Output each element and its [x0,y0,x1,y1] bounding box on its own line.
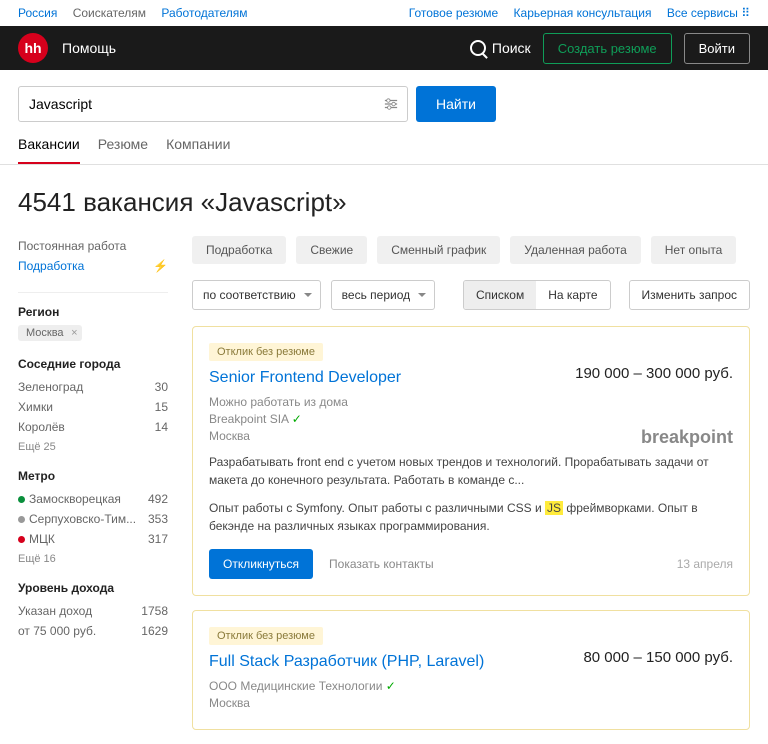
side-income: Уровень дохода Указан доход1758 от 75 00… [18,581,168,641]
neighbor-item[interactable]: Химки15 [18,397,168,417]
header: hh Помощь Поиск Создать резюме Войти [0,26,768,70]
part-work[interactable]: Подработка ⚡ [18,256,168,276]
edit-query-button[interactable]: Изменить запрос [629,280,750,310]
no-resume-badge: Отклик без резюме [209,343,323,361]
chip-row: Подработка Свежие Сменный график Удаленн… [192,236,750,264]
job-salary: 80 000 – 150 000 руб. [583,649,733,666]
period-select[interactable]: весь период [331,280,435,310]
chip[interactable]: Свежие [296,236,367,264]
metro-item[interactable]: Замоскворецкая492 [18,489,168,509]
neighbor-header: Соседние города [18,357,168,371]
find-button[interactable]: Найти [416,86,496,122]
metro-dot-icon [18,496,25,503]
side-work-type: Постоянная работа Подработка ⚡ [18,236,168,276]
header-right: Поиск Создать резюме Войти [470,33,750,64]
job-card: Отклик без резюме Full Stack Разработчик… [192,610,750,730]
job-company[interactable]: Breakpoint SIA ✓ [209,412,733,426]
top-bar-left: Россия Соискателям Работодателям [18,6,260,20]
chip[interactable]: Удаленная работа [510,236,640,264]
close-icon[interactable]: × [71,327,77,339]
tab-vacancies[interactable]: Вакансии [18,136,80,164]
metro-item[interactable]: МЦК317 [18,529,168,549]
income-item[interactable]: Указан доход1758 [18,601,168,621]
tabs: Вакансии Резюме Компании [0,122,768,165]
top-bar-right: Готовое резюме Карьерная консультация Вс… [397,6,750,20]
neighbor-item[interactable]: Королёв14 [18,417,168,437]
help-link[interactable]: Помощь [62,40,116,56]
search-input-wrap [18,86,408,122]
view-list[interactable]: Списком [464,281,536,309]
verified-icon: ✓ [292,412,302,426]
show-contacts-link[interactable]: Показать контакты [329,557,434,571]
top-bar: Россия Соискателям Работодателям Готовое… [0,0,768,26]
all-services-link[interactable]: Все сервисы ⠿ [667,6,750,20]
search-label: Поиск [492,40,531,56]
search-row: Найти [0,70,768,122]
hh-logo[interactable]: hh [18,33,48,63]
respond-button[interactable]: Откликнуться [209,549,313,579]
job-remote: Можно работать из дома [209,395,733,409]
highlight: JS [545,501,563,515]
verified-icon: ✓ [386,679,396,693]
search-icon [470,40,486,56]
job-salary: 190 000 – 300 000 руб. [575,365,733,382]
region-link[interactable]: Россия [18,6,57,20]
region-header: Регион [18,305,168,319]
income-item[interactable]: от 75 000 руб.1629 [18,621,168,641]
metro-more[interactable]: Ещё 16 [18,553,168,565]
sort-select[interactable]: по соответствию [192,280,321,310]
view-map[interactable]: На карте [536,281,609,309]
card-actions: Откликнуться Показать контакты 13 апреля [209,549,733,579]
bolt-icon: ⚡ [153,259,168,273]
perm-work[interactable]: Постоянная работа [18,236,168,256]
filter-icon[interactable] [384,97,398,111]
region-badge[interactable]: Москва× [18,325,82,341]
control-row: по соответствию весь период Списком На к… [192,280,750,310]
job-date: 13 апреля [677,557,733,571]
job-city: Москва [209,696,733,710]
content: Постоянная работа Подработка ⚡ Регион Мо… [0,236,768,744]
sidebar: Постоянная работа Подработка ⚡ Регион Мо… [18,236,168,744]
side-metro: Метро Замоскворецкая492 Серпуховско-Тим.… [18,469,168,565]
nav-employers[interactable]: Работодателям [161,6,247,20]
view-toggle: Списком На карте [463,280,611,310]
job-desc: Разрабатывать front end с учетом новых т… [209,453,733,489]
nav-seekers[interactable]: Соискателям [73,6,146,20]
page-title: 4541 вакансия «Javascript» [0,165,768,236]
search-toggle[interactable]: Поиск [470,40,531,56]
chip[interactable]: Подработка [192,236,286,264]
tab-companies[interactable]: Компании [166,136,230,164]
chip[interactable]: Сменный график [377,236,500,264]
career-link[interactable]: Карьерная консультация [514,6,652,20]
chip[interactable]: Нет опыта [651,236,737,264]
metro-item[interactable]: Серпуховско-Тим...353 [18,509,168,529]
side-region: Регион Москва× [18,305,168,341]
job-card: Отклик без резюме Senior Frontend Develo… [192,326,750,596]
job-desc: Опыт работы с Symfony. Опыт работы с раз… [209,499,733,535]
neighbor-more[interactable]: Ещё 25 [18,441,168,453]
company-logo[interactable]: breakpoint [641,427,733,448]
ready-resume-link[interactable]: Готовое резюме [409,6,498,20]
metro-dot-icon [18,536,25,543]
login-button[interactable]: Войти [684,33,750,64]
job-company[interactable]: ООО Медицинские Технологии ✓ [209,679,733,693]
tab-resumes[interactable]: Резюме [98,136,148,164]
create-resume-button[interactable]: Создать резюме [543,33,672,64]
metro-header: Метро [18,469,168,483]
neighbor-item[interactable]: Зеленоград30 [18,377,168,397]
main: Подработка Свежие Сменный график Удаленн… [192,236,750,744]
search-input[interactable] [18,86,408,122]
income-header: Уровень дохода [18,581,168,595]
no-resume-badge: Отклик без резюме [209,627,323,645]
side-neighbor: Соседние города Зеленоград30 Химки15 Кор… [18,357,168,453]
metro-dot-icon [18,516,25,523]
